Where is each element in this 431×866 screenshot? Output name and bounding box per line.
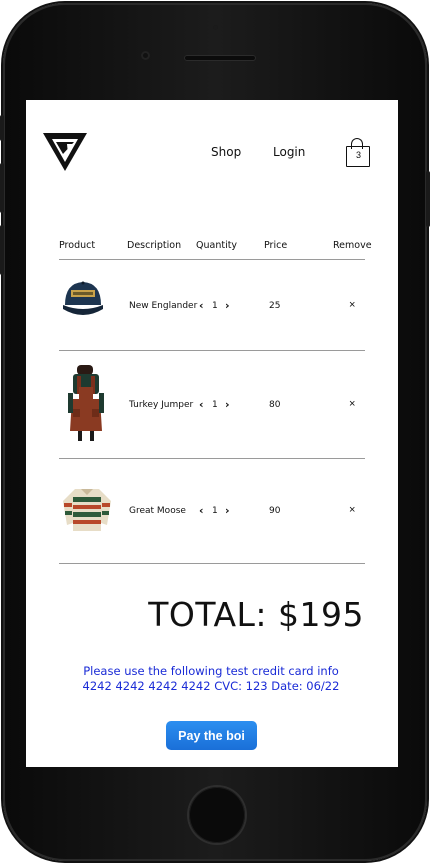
test-card-note-line1: Please use the following test credit car… [83, 664, 339, 678]
remove-button[interactable]: × [349, 504, 355, 516]
app-screen: Shop Login 3 Product Description Quantit… [26, 100, 398, 767]
row-divider [59, 350, 365, 351]
row-quantity: 1 [212, 400, 218, 410]
volume-up-button [0, 163, 4, 213]
proximity-sensor [213, 25, 218, 30]
earpiece-speaker [184, 55, 256, 61]
decrement-button[interactable]: ‹ [199, 299, 204, 312]
row-divider [59, 458, 365, 459]
header-divider [59, 259, 365, 260]
increment-button[interactable]: › [225, 398, 230, 411]
decrement-button[interactable]: ‹ [199, 398, 204, 411]
row-price: 25 [269, 301, 281, 311]
row-price: 80 [269, 400, 281, 410]
power-button [426, 171, 430, 227]
mute-switch [0, 115, 4, 141]
row-price: 90 [269, 506, 281, 516]
volume-down-button [0, 225, 4, 275]
order-total: TOTAL: $195 [148, 595, 364, 634]
front-camera [141, 51, 150, 60]
brand-logo-icon[interactable] [42, 132, 88, 172]
header-product: Product [59, 240, 96, 251]
header-remove: Remove [333, 240, 372, 251]
navy-cap-image[interactable] [59, 275, 107, 331]
decrement-button[interactable]: ‹ [199, 504, 204, 517]
header-price: Price [264, 240, 288, 251]
nav-shop-link[interactable]: Shop [211, 145, 241, 159]
increment-button[interactable]: › [225, 299, 230, 312]
pay-button[interactable]: Pay the boi [166, 721, 257, 750]
patterned-fleece-image[interactable] [61, 483, 113, 535]
cart-count-badge: 3 [355, 150, 361, 160]
header-description: Description [127, 240, 182, 251]
row-quantity: 1 [212, 506, 218, 516]
header-quantity: Quantity [196, 240, 238, 251]
home-button[interactable] [189, 787, 245, 843]
rust-jumper-dress-image[interactable] [66, 365, 106, 443]
cart-button[interactable]: 3 [346, 138, 372, 168]
row-divider [59, 563, 365, 564]
row-quantity: 1 [212, 301, 218, 311]
increment-button[interactable]: › [225, 504, 230, 517]
row-description: New Englander [129, 301, 198, 311]
row-description: Turkey Jumper [129, 400, 194, 410]
remove-button[interactable]: × [349, 398, 355, 410]
row-description: Great Moose [129, 506, 186, 516]
test-card-note-line2: 4242 4242 4242 4242 CVC: 123 Date: 06/22 [82, 679, 340, 693]
nav-login-link[interactable]: Login [273, 145, 305, 159]
remove-button[interactable]: × [349, 299, 355, 311]
